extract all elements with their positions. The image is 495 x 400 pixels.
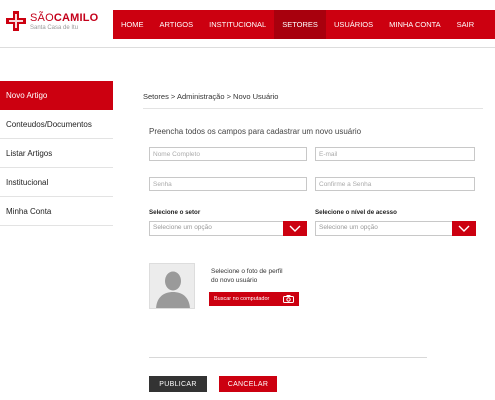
user-silhouette-icon [150,264,194,308]
breadcrumb: Setores > Administração > Novo Usuário [143,92,279,101]
setor-label: Selecione o setor [149,209,201,216]
senha-input[interactable] [149,177,307,191]
logo[interactable]: SÃOCAMILO Santa Casa de Itu [6,10,106,38]
top-bar: SÃOCAMILO Santa Casa de Itu HOME ARTIGOS… [0,0,495,48]
acesso-label: Selecione o nível de acesso [315,209,397,216]
sidebar: Novo Artigo Conteudos/Documentos Listar … [0,81,113,226]
email-input[interactable] [315,147,475,161]
nav-home[interactable]: HOME [113,10,152,39]
upload-button-label: Buscar no computador [214,296,270,302]
cancelar-button[interactable]: CANCELAR [219,376,277,392]
nav-minha-conta[interactable]: MINHA CONTA [381,10,449,39]
logo-cross-icon [6,11,26,31]
chevron-down-icon[interactable] [452,221,476,236]
breadcrumb-divider [143,108,483,109]
photo-instructions: Selecione o foto de perfil do novo usuár… [211,268,283,284]
sidebar-item-listar-artigos[interactable]: Listar Artigos [0,139,113,168]
setor-select-value: Selecione um opção [153,224,212,231]
form-title: Preencha todos os campos para cadastrar … [149,127,362,136]
sidebar-item-conteudos[interactable]: Conteudos/Documentos [0,110,113,139]
publicar-button[interactable]: PUBLICAR [149,376,207,392]
main-nav: HOME ARTIGOS INSTITUCIONAL SETORES USUÁR… [113,10,495,39]
avatar-placeholder [149,263,195,309]
sidebar-item-novo-artigo[interactable]: Novo Artigo [0,81,113,110]
setor-select[interactable]: Selecione um opção [149,221,307,236]
buscar-computador-button[interactable]: Buscar no computador [209,292,299,306]
form-divider [149,357,427,358]
logo-text: SÃOCAMILO [30,12,99,24]
acesso-select[interactable]: Selecione um opção [315,221,476,236]
nome-completo-input[interactable] [149,147,307,161]
sidebar-item-institucional[interactable]: Institucional [0,168,113,197]
confirma-senha-input[interactable] [315,177,475,191]
acesso-select-value: Selecione um opção [319,224,378,231]
logo-subtitle: Santa Casa de Itu [30,25,79,31]
nav-artigos[interactable]: ARTIGOS [152,10,202,39]
sidebar-item-minha-conta[interactable]: Minha Conta [0,197,113,226]
nav-setores[interactable]: SETORES [274,10,326,39]
nav-institucional[interactable]: INSTITUCIONAL [201,10,274,39]
nav-usuarios[interactable]: USUÁRIOS [326,10,381,39]
camera-icon [283,295,294,303]
chevron-down-icon[interactable] [283,221,307,236]
nav-sair[interactable]: SAIR [449,10,483,39]
